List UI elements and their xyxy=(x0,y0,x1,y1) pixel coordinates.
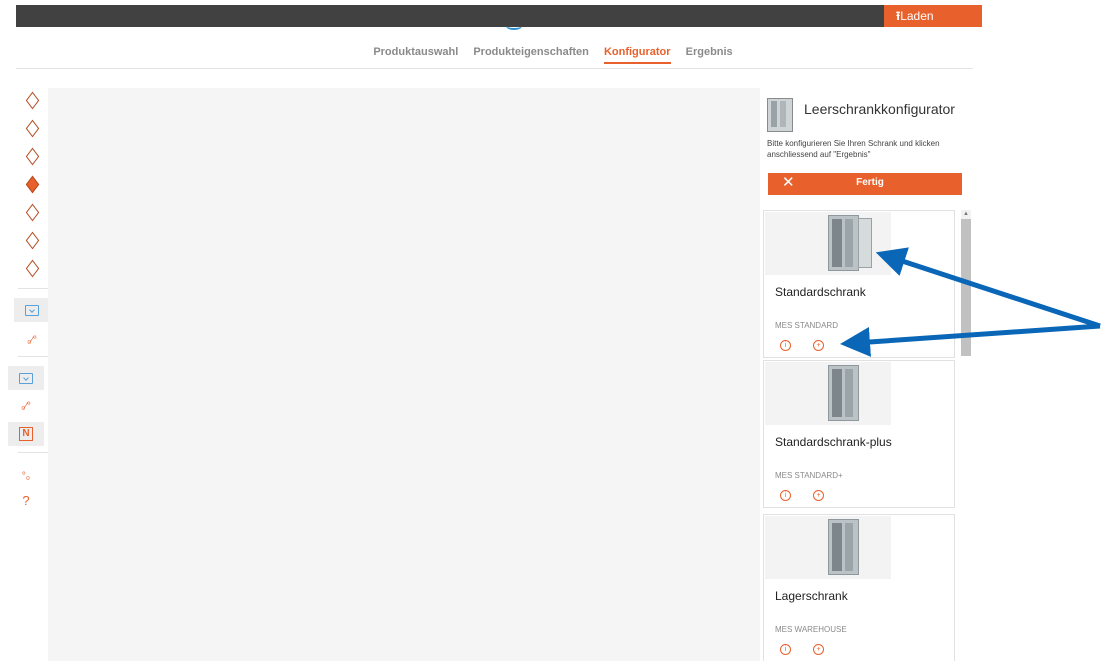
screen-select-icon[interactable] xyxy=(8,366,44,390)
dimension-icon[interactable]: N xyxy=(8,422,44,446)
product-name: Standardschrank xyxy=(775,285,866,299)
cube-front-icon[interactable] xyxy=(14,88,50,112)
product-list-scrollbar[interactable]: ▲ xyxy=(961,210,971,356)
connection-icon[interactable]: °₀ xyxy=(8,464,44,488)
laden-label: Laden xyxy=(900,9,934,23)
help-icon[interactable]: ? xyxy=(8,488,44,512)
add-icon[interactable]: + xyxy=(813,340,824,351)
route-icon[interactable]: ₀∕° xyxy=(8,394,44,418)
toolbar-divider xyxy=(18,452,50,453)
cabinet-icon xyxy=(767,98,793,132)
product-image xyxy=(765,212,891,275)
toolbar-divider xyxy=(18,356,50,357)
product-code: MES WAREHOUSE xyxy=(775,625,847,634)
laden-button[interactable]: ⭱Laden xyxy=(884,5,982,27)
product-list[interactable]: Standardschrank MES STANDARD i + Standar… xyxy=(763,210,959,661)
tab-produkteigenschaften[interactable]: Produkteigenschaften xyxy=(473,46,589,63)
panel-description: Bitte konfigurieren Sie Ihren Schrank un… xyxy=(767,139,940,159)
product-card-standardschrank-plus[interactable]: Standardschrank-plus MES STANDARD+ i + xyxy=(763,360,955,508)
help-glyph: ? xyxy=(22,492,30,508)
tabs-divider xyxy=(16,68,973,69)
product-card-standardschrank[interactable]: Standardschrank MES STANDARD i + xyxy=(763,210,955,358)
cube-left-icon[interactable] xyxy=(14,200,50,224)
product-image xyxy=(765,362,891,425)
configurator-panel: Leerschrankkonfigurator Bitte konfigurie… xyxy=(760,88,972,661)
route-icon[interactable]: ₀∕° xyxy=(14,328,50,352)
cube-iso-icon[interactable] xyxy=(14,256,50,280)
toolbar-divider xyxy=(18,288,50,289)
scrollbar-thumb[interactable] xyxy=(961,219,971,356)
cube-right-icon[interactable] xyxy=(14,228,50,252)
configurator-canvas[interactable] xyxy=(48,88,760,661)
product-image xyxy=(765,516,891,579)
cube-back-icon[interactable] xyxy=(14,144,50,168)
add-icon[interactable]: + xyxy=(813,644,824,655)
panel-title: Leerschrankkonfigurator xyxy=(804,101,955,117)
top-bar: ⭱Laden xyxy=(16,5,982,30)
cube-side-icon[interactable] xyxy=(14,172,50,196)
product-name: Standardschrank-plus xyxy=(775,435,892,449)
wizard-tabs: Produktauswahl Produkteigenschaften Konf… xyxy=(0,46,1106,68)
tab-ergebnis[interactable]: Ergebnis xyxy=(686,46,733,63)
fertig-button[interactable]: ✕ Fertig xyxy=(768,173,962,195)
scroll-up-icon[interactable]: ▲ xyxy=(963,211,969,217)
add-icon[interactable]: + xyxy=(813,490,824,501)
fertig-label: Fertig xyxy=(856,177,884,188)
product-name: Lagerschrank xyxy=(775,589,848,603)
cube-top-icon[interactable] xyxy=(14,116,50,140)
top-bar-notch xyxy=(506,22,522,30)
tab-produktauswahl[interactable]: Produktauswahl xyxy=(373,46,458,63)
screen-select-icon[interactable] xyxy=(14,298,50,322)
product-code: MES STANDARD xyxy=(775,321,838,330)
tab-konfigurator[interactable]: Konfigurator xyxy=(603,46,671,64)
product-code: MES STANDARD+ xyxy=(775,471,843,480)
info-icon[interactable]: i xyxy=(780,644,791,655)
info-icon[interactable]: i xyxy=(780,490,791,501)
info-icon[interactable]: i xyxy=(780,340,791,351)
product-card-lagerschrank[interactable]: Lagerschrank MES WAREHOUSE i + xyxy=(763,514,955,661)
